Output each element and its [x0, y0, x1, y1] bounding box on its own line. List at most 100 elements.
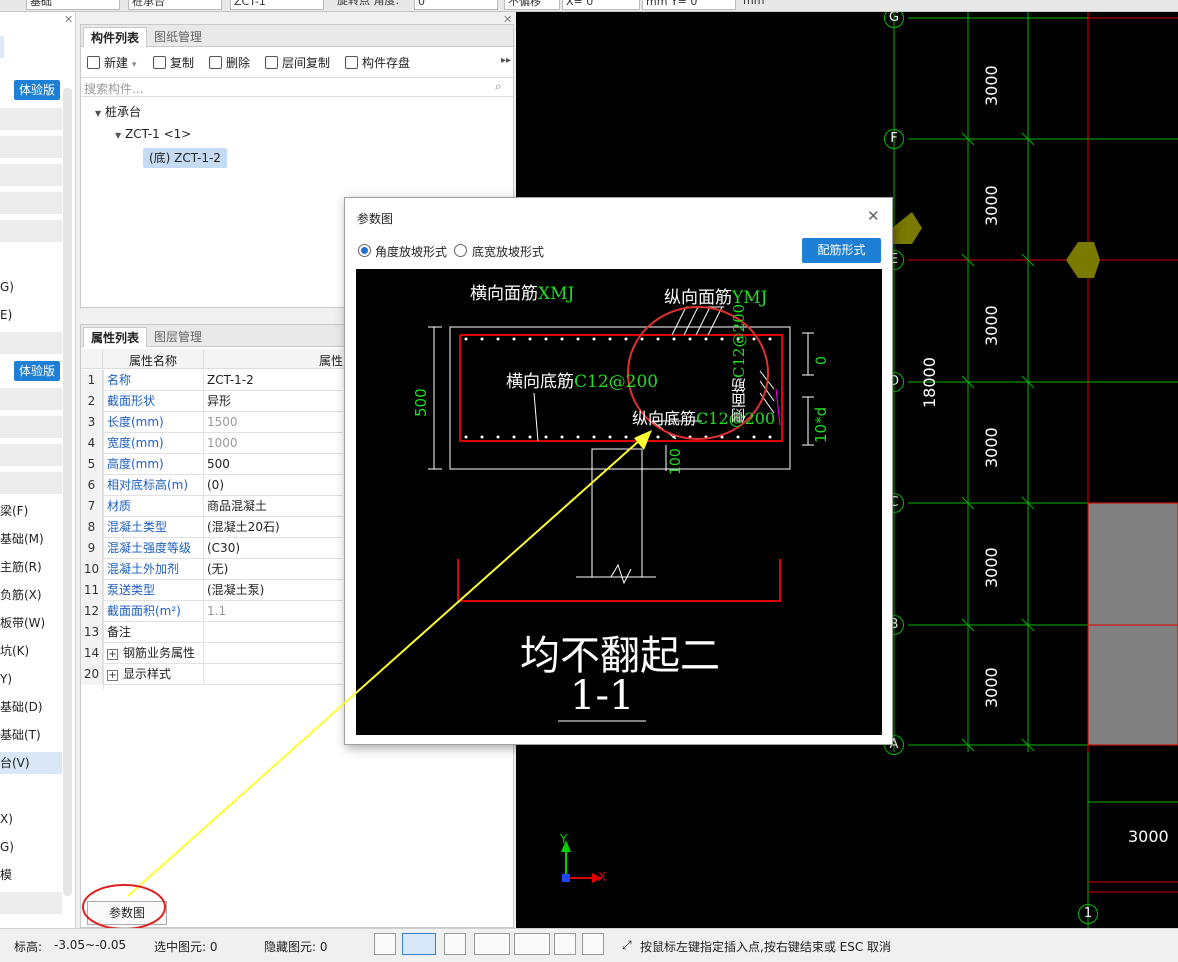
nav-item[interactable]: G) [0, 836, 62, 858]
dim-zero: 0 [814, 356, 830, 365]
property-value[interactable]: 商品混凝土 [207, 496, 347, 516]
property-value[interactable]: 500 [207, 454, 347, 474]
nav-item[interactable]: X) [0, 808, 62, 830]
search-icon[interactable]: ⌕ [495, 79, 502, 94]
copy-button[interactable]: 复制 [153, 55, 194, 71]
property-row[interactable]: 11 泵送类型 (混凝土泵) [81, 580, 343, 601]
caret-down-icon[interactable]: ▼ [115, 131, 121, 140]
dynamic-input-icon[interactable] [582, 933, 604, 955]
nav-item[interactable]: E) [0, 304, 62, 326]
trial-badge[interactable]: 体验版 [14, 361, 60, 381]
nav-item[interactable]: 基础(M) [0, 528, 62, 550]
dim-label: 3000 [982, 185, 1001, 226]
row-number: 10 [81, 559, 103, 580]
property-value[interactable]: (C30) [207, 538, 347, 558]
radio-angle-slope[interactable] [358, 244, 371, 257]
snap-icon[interactable] [402, 933, 436, 955]
rebar-dot [528, 337, 532, 341]
x-input[interactable]: X= 0 [562, 0, 640, 10]
property-row[interactable]: 6 相对底标高(m) (0) [81, 475, 343, 496]
property-row[interactable]: 10 混凝土外加剂 (无) [81, 559, 343, 580]
ortho-icon[interactable] [374, 933, 396, 955]
nav-item-selected[interactable]: 台(V) [0, 752, 62, 774]
property-value[interactable]: (无) [207, 559, 347, 579]
property-value[interactable]: (混凝土20石) [207, 517, 347, 537]
save-component-button[interactable]: 构件存盘 [345, 55, 410, 71]
property-value[interactable]: (0) [207, 475, 347, 495]
property-value[interactable]: (混凝土泵) [207, 580, 347, 600]
nav-scrollbar[interactable] [63, 88, 72, 896]
rebar-dot [576, 435, 580, 439]
offset-select[interactable]: 不偏移 [504, 0, 560, 10]
trial-badge[interactable]: 体验版 [14, 80, 60, 100]
angle-icon[interactable] [474, 933, 510, 955]
tab-drawing-manage[interactable]: 图纸管理 [147, 27, 209, 47]
search-input[interactable]: 搜索构件... [84, 80, 143, 97]
expand-icon[interactable]: + [107, 649, 118, 660]
nav-item[interactable]: 负筋(X) [0, 584, 62, 606]
save-icon [345, 56, 358, 69]
property-value[interactable]: ZCT-1-2 [207, 370, 347, 390]
property-value[interactable]: 1500 [207, 412, 347, 432]
tab-component-list[interactable]: 构件列表 [83, 27, 148, 47]
rebar-dot [496, 337, 500, 341]
floor-copy-button[interactable]: 层间复制 [265, 55, 330, 71]
tab-layer-manage[interactable]: 图层管理 [147, 327, 209, 347]
property-row[interactable]: 12 截面面积(m²) 1.1 [81, 601, 343, 622]
close-icon[interactable]: ✕ [64, 13, 73, 26]
property-row[interactable]: 1 名称 ZCT-1-2 [81, 370, 343, 391]
offset-icon[interactable] [514, 933, 550, 955]
nav-item[interactable]: 梁(F) [0, 500, 62, 522]
search-box[interactable]: 搜索构件... ⌕ [81, 77, 513, 97]
radio-bottom-width-slope[interactable] [454, 244, 467, 257]
new-button[interactable]: 新建 ▾ [87, 55, 136, 73]
radio-label[interactable]: 角度放坡形式 [375, 243, 447, 260]
nav-item[interactable]: 坑(K) [0, 640, 62, 662]
expand-icon[interactable]: + [107, 670, 118, 681]
delete-button[interactable]: 删除 [209, 55, 250, 71]
angle-input[interactable]: 0 [414, 0, 498, 10]
component-select[interactable]: ZCT-1 [230, 0, 324, 10]
property-row[interactable]: 4 宽度(mm) 1000 [81, 433, 343, 454]
property-value[interactable]: 异形 [207, 391, 347, 411]
property-row[interactable]: 2 截面形状 异形 [81, 391, 343, 412]
nav-item[interactable]: 主筋(R) [0, 556, 62, 578]
layer-icon[interactable] [554, 933, 576, 955]
property-row[interactable]: 7 材质 商品混凝土 [81, 496, 343, 517]
more-icon[interactable]: ▸▸ [501, 55, 511, 66]
close-icon[interactable]: ✕ [503, 13, 512, 26]
col-value: 属性 [319, 354, 344, 368]
floor-select[interactable]: 基础 [26, 0, 120, 10]
y-input[interactable]: mm Y= 0 [642, 0, 736, 10]
tree-leaf-selected[interactable]: (底) ZCT-1-2 [143, 148, 227, 168]
close-icon[interactable]: ✕ [867, 207, 880, 225]
property-row[interactable]: 14 + 钢筋业务属性 [81, 643, 343, 664]
property-row[interactable]: 20 + 显示样式 [81, 664, 343, 685]
row-number: 8 [81, 517, 103, 538]
rebar-dot [480, 337, 484, 341]
category-select[interactable]: 桩承台 [128, 0, 222, 10]
property-row[interactable]: 8 混凝土类型 (混凝土20石) [81, 517, 343, 538]
param-diagram-button[interactable]: 参数图 [87, 901, 167, 925]
property-row[interactable]: 9 混凝土强度等级 (C30) [81, 538, 343, 559]
radio-label[interactable]: 底宽放坡形式 [472, 243, 544, 260]
nav-item[interactable]: Y) [0, 668, 62, 690]
property-row[interactable]: 13 备注 [81, 622, 343, 643]
property-row[interactable]: 5 高度(mm) 500 [81, 454, 343, 475]
cross-icon[interactable] [444, 933, 466, 955]
caret-down-icon[interactable]: ▼ [95, 109, 101, 118]
tab-property-list[interactable]: 属性列表 [83, 327, 148, 347]
nav-item[interactable]: 基础(D) [0, 696, 62, 718]
nav-item[interactable]: 模 [0, 864, 62, 886]
nav-item[interactable]: G) [0, 276, 62, 298]
property-row[interactable]: 3 长度(mm) 1500 [81, 412, 343, 433]
rebar-dot [576, 337, 580, 341]
property-value[interactable]: 1000 [207, 433, 347, 453]
tree-child[interactable]: ▼ ZCT-1 <1> [115, 127, 191, 141]
property-value[interactable]: 1.1 [207, 601, 347, 621]
nav-item[interactable]: 板带(W) [0, 612, 62, 634]
tree-root[interactable]: ▼ 桩承台 [95, 103, 141, 120]
rebar-config-button[interactable]: 配筋形式 [802, 238, 881, 263]
col-name: 属性名称 [129, 354, 178, 368]
nav-item[interactable]: 基础(T) [0, 724, 62, 746]
